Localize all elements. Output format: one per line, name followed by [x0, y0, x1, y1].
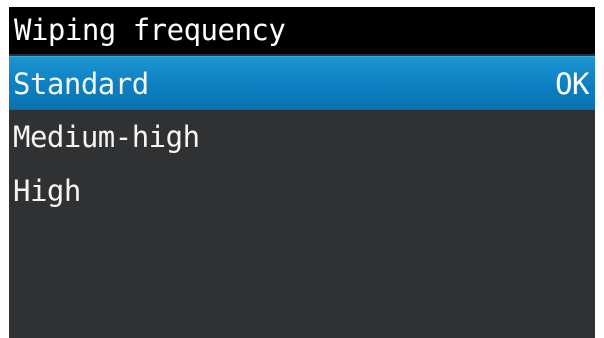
lcd-screen: Wiping frequency Standard OK Medium-high… — [9, 7, 595, 338]
menu-item-label: Medium-high — [13, 120, 200, 154]
options-menu: Standard OK Medium-high High — [9, 56, 595, 218]
page-title: Wiping frequency — [14, 13, 286, 47]
menu-item-high[interactable]: High — [9, 164, 595, 218]
menu-item-standard[interactable]: Standard OK — [9, 56, 595, 110]
menu-item-label: Standard — [13, 67, 149, 101]
device-bezel: Wiping frequency Standard OK Medium-high… — [0, 0, 604, 338]
title-bar: Wiping frequency — [9, 7, 595, 54]
menu-item-medium-high[interactable]: Medium-high — [9, 110, 595, 164]
menu-item-label: High — [13, 174, 81, 208]
ok-button[interactable]: OK — [555, 66, 589, 102]
